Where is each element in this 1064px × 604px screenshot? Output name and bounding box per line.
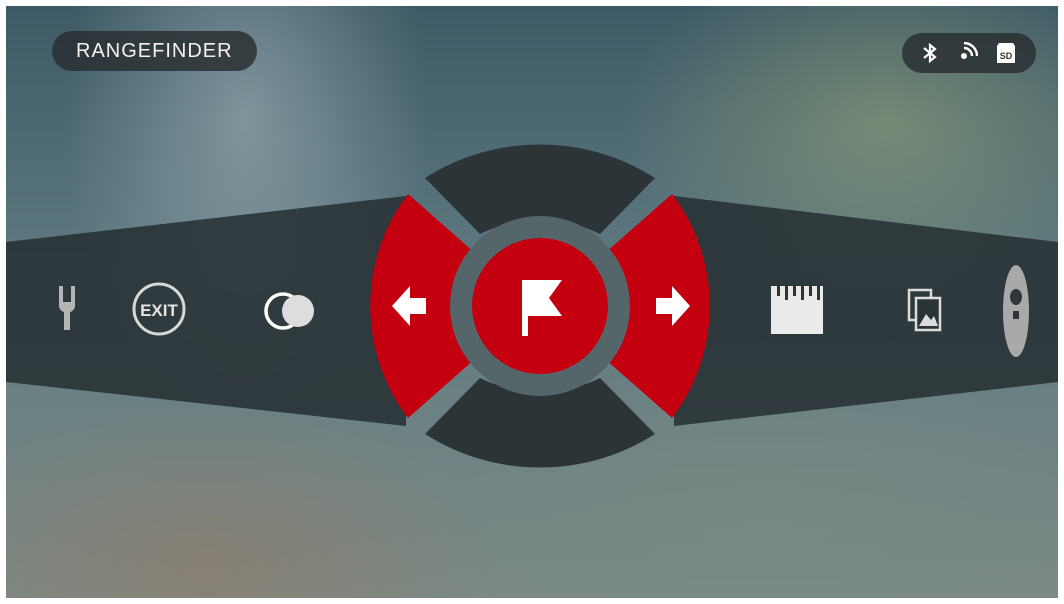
radial-menu: EXIT	[6, 144, 1058, 468]
screen: RANGEFINDER SD EXIT	[6, 6, 1058, 598]
mic-icon[interactable]	[1003, 265, 1029, 357]
ruler-icon[interactable]	[771, 286, 823, 334]
exit-label: EXIT	[140, 301, 178, 320]
